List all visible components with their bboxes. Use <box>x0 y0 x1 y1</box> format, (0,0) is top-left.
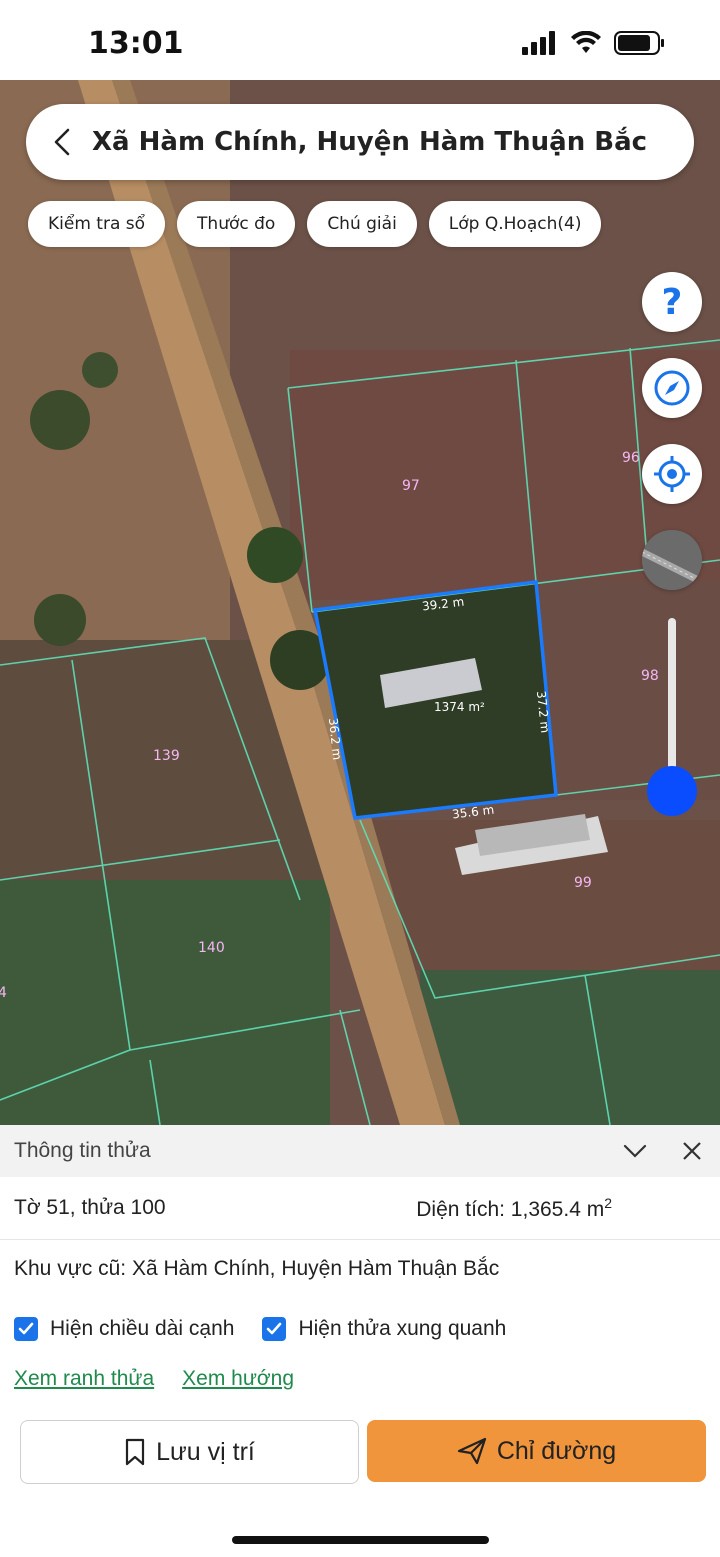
display-options: Hiện chiều dài cạnh Hiện thửa xung quanh <box>0 1298 720 1360</box>
parcel-number: 96 <box>622 450 640 466</box>
tool-chips: Kiểm tra sổ Thước đo Chú giải Lớp Q.Hoạc… <box>28 201 602 247</box>
action-buttons: Lưu vị trí Chỉ đường <box>20 1420 706 1484</box>
panel-links: Xem ranh thửa Xem hướng <box>0 1360 720 1398</box>
parcel-number: 4 <box>0 985 7 1001</box>
show-edge-lengths-checkbox[interactable]: Hiện chiều dài cạnh <box>14 1317 234 1341</box>
parcel-number: 97 <box>402 478 420 494</box>
layer-thumbnail[interactable] <box>642 530 702 590</box>
location-title: Xã Hàm Chính, Huyện Hàm Thuận Bắc <box>92 127 648 157</box>
compass-button[interactable] <box>642 358 702 418</box>
chip-ruler[interactable]: Thước đo <box>177 201 296 247</box>
parcel-info-panel: Thông tin thửa Tờ 51, thửa 100 Diện tích… <box>0 1125 720 1557</box>
save-location-label: Lưu vị trí <box>156 1437 255 1466</box>
chip-check-book[interactable]: Kiểm tra sổ <box>28 201 166 247</box>
checkbox-checked-icon <box>262 1317 287 1341</box>
view-boundary-link[interactable]: Xem ranh thửa <box>14 1367 154 1391</box>
save-location-button[interactable]: Lưu vị trí <box>20 1420 359 1484</box>
checkbox-checked-icon <box>14 1317 38 1341</box>
parcel-area: Diện tích: 1,365.4 m2 <box>416 1194 612 1221</box>
parcel-number: 98 <box>641 668 659 684</box>
locate-icon <box>654 456 690 492</box>
help-button[interactable]: ? <box>642 272 702 332</box>
bookmark-icon <box>126 1438 145 1466</box>
wifi-icon <box>571 31 601 53</box>
old-region-text: Khu vực cũ: Xã Hàm Chính, Huyện Hàm Thuậ… <box>14 1257 500 1280</box>
home-indicator[interactable] <box>232 1536 489 1544</box>
checkbox-label: Hiện thửa xung quanh <box>298 1317 507 1340</box>
chip-planning-layers[interactable]: Lớp Q.Hoạch(4) <box>428 201 602 247</box>
status-bar: 13:01 <box>0 0 720 80</box>
zoom-slider-handle[interactable] <box>647 766 697 816</box>
battery-icon <box>614 31 664 55</box>
directions-label: Chỉ đường <box>496 1436 617 1465</box>
compass-icon <box>654 370 690 406</box>
parcel-number: 99 <box>574 875 592 891</box>
directions-button[interactable]: Chỉ đường <box>367 1420 706 1482</box>
view-direction-link[interactable]: Xem hướng <box>182 1367 294 1391</box>
signal-icon <box>522 31 555 55</box>
parcel-area-label: 1374 m² <box>434 700 485 714</box>
parcel-id: Tờ 51, thửa 100 <box>14 1196 166 1219</box>
send-icon <box>457 1437 486 1465</box>
parcel-number: 139 <box>153 748 180 764</box>
chevron-down-icon[interactable] <box>622 1142 648 1160</box>
location-header: Xã Hàm Chính, Huyện Hàm Thuận Bắc <box>26 104 694 180</box>
status-time: 13:01 <box>88 26 184 61</box>
parcel-number: 140 <box>198 940 225 956</box>
show-neighbors-checkbox[interactable]: Hiện thửa xung quanh <box>262 1317 506 1341</box>
chip-legend[interactable]: Chú giải <box>307 201 417 247</box>
chevron-left-icon <box>54 128 70 156</box>
back-button[interactable] <box>32 127 92 157</box>
checkbox-label: Hiện chiều dài cạnh <box>50 1317 235 1340</box>
status-icons <box>522 30 666 56</box>
parcel-summary-row: Tờ 51, thửa 100 Diện tích: 1,365.4 m2 <box>0 1177 720 1240</box>
close-icon[interactable] <box>682 1141 702 1161</box>
panel-title: Thông tin thửa <box>14 1139 151 1162</box>
locate-button[interactable] <box>642 444 702 504</box>
panel-header: Thông tin thửa <box>0 1125 720 1177</box>
help-icon: ? <box>661 281 683 323</box>
